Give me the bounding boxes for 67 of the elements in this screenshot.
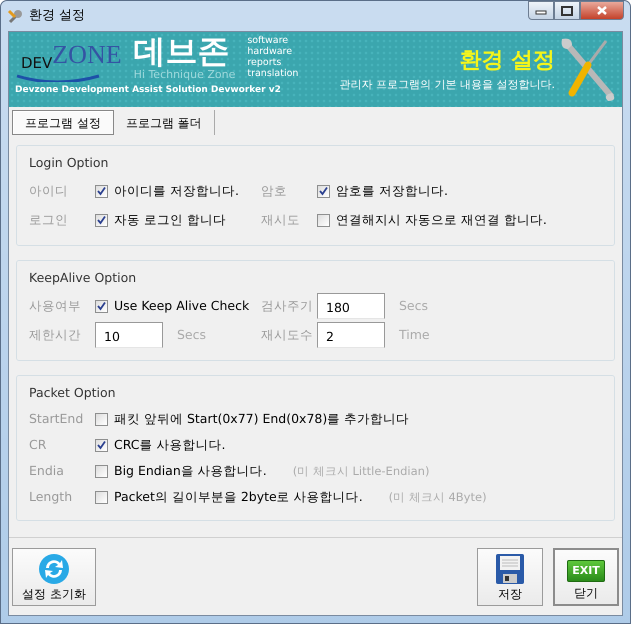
logo-text: ZONE bbox=[52, 39, 122, 71]
unit-label: Secs bbox=[177, 326, 206, 344]
keyword: hardware bbox=[247, 46, 294, 57]
hint-text: (미 체크시 4Byte) bbox=[388, 488, 487, 506]
checkbox[interactable] bbox=[95, 184, 108, 198]
field-label: 로그인 bbox=[29, 210, 69, 229]
checkbox-label: CRC를 사용합니다. bbox=[114, 436, 226, 454]
window-title: 환경 설정 bbox=[29, 7, 86, 26]
checkbox-label: 자동 로그인 합니다 bbox=[114, 210, 226, 229]
tab[interactable]: 프로그램 설정 bbox=[12, 110, 114, 135]
maximize-button[interactable] bbox=[554, 1, 580, 20]
field-label: 제한시간 bbox=[29, 326, 82, 344]
checkbox[interactable] bbox=[317, 214, 330, 227]
keyword: software bbox=[247, 35, 290, 46]
checkbox-label: 암호를 저장합니다. bbox=[336, 182, 448, 200]
checkbox[interactable] bbox=[317, 184, 330, 198]
checkbox[interactable] bbox=[95, 490, 108, 504]
checkbox-label: Use Keep Alive Check bbox=[114, 296, 250, 315]
field-label: 사용여부 bbox=[29, 296, 82, 315]
checkbox[interactable] bbox=[95, 412, 108, 426]
input-field[interactable]: 180 bbox=[317, 293, 385, 319]
field-label: 재시도 bbox=[261, 210, 301, 229]
checkbox[interactable] bbox=[95, 438, 108, 452]
checkbox-label: Packet의 길이부분을 2byte로 사용합니다. bbox=[114, 488, 363, 506]
unit-label: Secs bbox=[399, 296, 428, 315]
field-label: CR bbox=[29, 436, 48, 454]
field-label: 검사주기 bbox=[261, 296, 314, 315]
close-button[interactable] bbox=[580, 1, 624, 20]
tab[interactable]: 프로그램 폴더 bbox=[114, 110, 215, 135]
unit-label: Time bbox=[399, 326, 430, 344]
field-label: Endia bbox=[29, 462, 65, 480]
hint-text: (미 체크시 Little-Endian) bbox=[292, 462, 430, 480]
group-title: KeepAlive Option bbox=[29, 268, 138, 287]
keyword: reports bbox=[247, 57, 282, 68]
input-field[interactable]: 2 bbox=[317, 322, 385, 348]
checkbox-label: 아이디를 저장합니다. bbox=[114, 182, 239, 200]
minimize-button[interactable] bbox=[528, 1, 554, 20]
group-title: Login Option bbox=[29, 154, 110, 172]
checkbox[interactable] bbox=[95, 300, 108, 312]
product-name: Devzone Development Assist Solution Devworker v2 bbox=[15, 84, 282, 96]
swoosh-icon bbox=[15, 74, 101, 82]
maximize-icon bbox=[561, 6, 573, 16]
brand-name: 데브존 bbox=[134, 35, 231, 67]
save-button[interactable]: 저장 bbox=[477, 548, 543, 606]
checkbox-label: 연결해지시 자동으로 재연결 합니다. bbox=[336, 210, 547, 229]
group-title: Packet Option bbox=[29, 384, 117, 402]
banner-heading: 환경 설정 bbox=[459, 47, 555, 75]
checkbox-label: 패킷 앞뒤에 Start(0x77) End(0x78)를 추가합니다 bbox=[114, 410, 410, 428]
exit-icon: EXIT bbox=[567, 560, 605, 582]
refresh-icon bbox=[38, 552, 70, 584]
input-field[interactable]: 10 bbox=[95, 322, 163, 348]
logo-text: DEV bbox=[21, 52, 52, 74]
field-label: 재시도수 bbox=[261, 326, 314, 344]
close-icon bbox=[596, 5, 608, 16]
field-label: StartEnd bbox=[29, 410, 84, 428]
keyword: translation bbox=[247, 68, 298, 79]
checkbox[interactable] bbox=[95, 214, 108, 227]
field-label: Length bbox=[29, 488, 74, 506]
exit-button[interactable]: EXIT 닫기 bbox=[553, 548, 619, 606]
brand-subtitle: Hi Technique Zone bbox=[134, 68, 236, 83]
checkbox[interactable] bbox=[95, 464, 108, 478]
banner-description: 관리자 프로그램의 기본 내용을 설정합니다. bbox=[340, 77, 555, 93]
wrench-icon bbox=[7, 8, 23, 24]
checkbox-label: Big Endian을 사용합니다. bbox=[114, 462, 267, 480]
field-label: 암호 bbox=[261, 182, 288, 200]
field-label: 아이디 bbox=[29, 182, 69, 200]
reset-button[interactable]: 설정 초기화 bbox=[12, 548, 96, 606]
